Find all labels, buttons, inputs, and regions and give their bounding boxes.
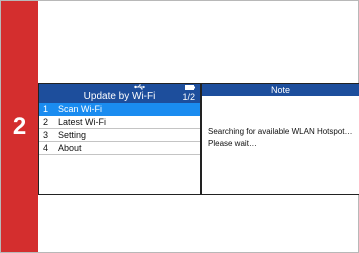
searching-text: Searching for available WLAN Hotspot… (208, 127, 353, 136)
menu-item-number: 2 (43, 117, 49, 127)
instruction-frame: 2 Update by Wi-Fi 1/2 1 Scan Wi-Fi 2 Lat… (0, 0, 359, 253)
menu-item-latest-wifi[interactable]: 2 Latest Wi-Fi (39, 116, 200, 129)
status-bar (39, 84, 200, 91)
menu-item-label: Scan Wi-Fi (58, 104, 103, 114)
menu-title-bar: Update by Wi-Fi 1/2 (39, 91, 200, 103)
menu-item-label: Latest Wi-Fi (58, 117, 107, 127)
menu-item-number: 1 (43, 104, 49, 114)
note-screen: Note Searching for available WLAN Hotspo… (201, 83, 359, 195)
menu-item-number: 4 (43, 143, 49, 153)
note-message: Searching for available WLAN Hotspot… Pl… (208, 126, 353, 150)
menu-item-label: About (58, 143, 82, 153)
device-menu-screen: Update by Wi-Fi 1/2 1 Scan Wi-Fi 2 Lates… (38, 83, 201, 195)
page-indicator: 1/2 (182, 92, 195, 102)
step-number: 2 (12, 113, 27, 140)
usb-icon (134, 84, 145, 90)
menu-item-label: Setting (58, 130, 87, 140)
menu-list: 1 Scan Wi-Fi 2 Latest Wi-Fi 3 Setting 4 … (39, 103, 200, 155)
menu-item-scan-wifi[interactable]: 1 Scan Wi-Fi (39, 103, 200, 116)
menu-item-number: 3 (43, 130, 49, 140)
menu-title: Update by Wi-Fi (83, 91, 156, 102)
menu-item-about[interactable]: 4 About (39, 142, 200, 155)
note-title: Note (202, 84, 359, 96)
battery-icon (185, 85, 195, 90)
menu-item-setting[interactable]: 3 Setting (39, 129, 200, 142)
step-sidebar: 2 (1, 1, 38, 252)
please-wait-text: Please wait… (208, 139, 257, 148)
